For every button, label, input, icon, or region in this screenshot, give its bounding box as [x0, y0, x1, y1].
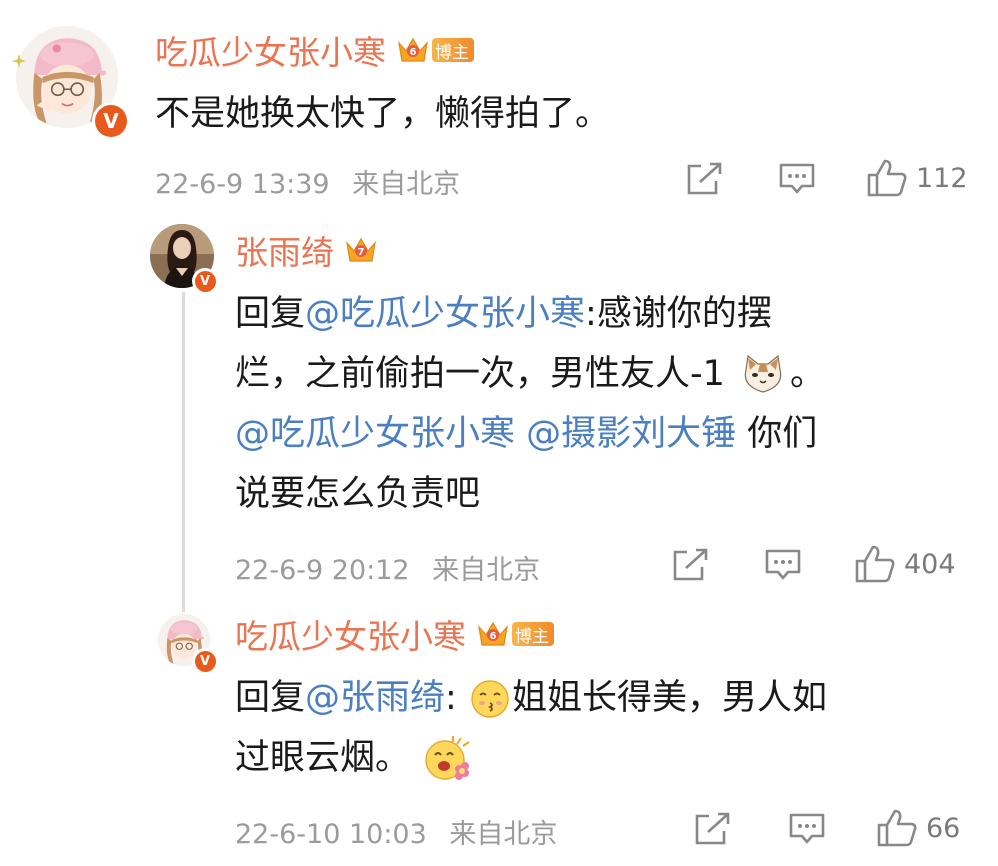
- comment-location: 来自北京: [432, 555, 541, 586]
- svg-text:7: 7: [358, 247, 365, 258]
- text-segment: 。: [790, 354, 826, 394]
- comment-time: 22-6-9 13:39: [155, 169, 330, 200]
- username[interactable]: 吃瓜少女张小寒: [235, 610, 466, 658]
- verified-badge-icon: V: [192, 648, 218, 674]
- flower-face-emoji-icon: [425, 736, 470, 780]
- username[interactable]: 吃瓜少女张小寒: [155, 26, 386, 74]
- svg-text:6: 6: [490, 631, 497, 642]
- comment-meta: 22-6-9 20:12 来自北京: [235, 548, 540, 587]
- like-button[interactable]: 404: [854, 544, 956, 584]
- like-button[interactable]: 112: [866, 158, 968, 198]
- comment-icon[interactable]: [788, 812, 826, 846]
- comment-text: 回复@张雨绮: 姐姐长得美，男人如 过眼云烟。: [235, 668, 975, 788]
- avatar[interactable]: V: [12, 24, 130, 140]
- crown-level-6-icon: 6: [398, 37, 428, 62]
- comment-time: 22-6-9 20:12: [235, 555, 410, 586]
- share-icon[interactable]: [686, 162, 724, 196]
- kiss-emoji-icon: [471, 680, 509, 718]
- thumbs-up-icon: [877, 809, 917, 847]
- comment-location: 来自北京: [449, 819, 558, 850]
- share-icon[interactable]: [694, 812, 732, 846]
- comment-meta: 22-6-10 10:03 来自北京: [235, 812, 557, 851]
- share-icon[interactable]: [672, 548, 710, 582]
- avatar[interactable]: V: [156, 610, 220, 674]
- comment-time: 22-6-10 10:03: [235, 819, 427, 850]
- like-count: 112: [916, 162, 968, 194]
- thumbs-up-icon: [867, 159, 907, 197]
- mention-link[interactable]: @吃瓜少女张小寒: [235, 414, 515, 454]
- like-count: 66: [926, 812, 961, 844]
- like-count: 404: [904, 548, 956, 580]
- text-segment: 姐姐长得美，男人如: [511, 678, 827, 718]
- like-button[interactable]: 66: [876, 808, 960, 848]
- text-segment: 过眼云烟。: [235, 738, 411, 778]
- reply-prefix: 回复: [235, 678, 306, 718]
- comment-text: 回复@吃瓜少女张小寒:感谢你的摆 烂，之前偷拍一次，男性友人-1 。 @吃瓜少女…: [235, 284, 975, 524]
- reply-prefix: 回复: [235, 294, 306, 334]
- avatar[interactable]: V: [150, 224, 220, 294]
- comment-icon[interactable]: [764, 548, 802, 582]
- mention-link[interactable]: @摄影刘大锤: [526, 414, 736, 454]
- text-segment: :感谢你的摆: [585, 294, 772, 334]
- mention-link[interactable]: @张雨绮: [305, 678, 445, 718]
- svg-text:6: 6: [410, 47, 417, 58]
- verified-badge-icon: V: [192, 268, 218, 294]
- text-segment: 说要怎么负责吧: [235, 474, 481, 514]
- thumbs-up-icon: [855, 545, 895, 583]
- blogger-tag: 博主: [432, 38, 474, 63]
- cat-emoji-icon: [744, 354, 782, 393]
- comment-text: 不是她换太快了，懒得拍了。: [155, 94, 611, 134]
- comment-meta: 22-6-9 13:39 来自北京: [155, 162, 460, 201]
- text-segment: 你们: [736, 414, 818, 454]
- verified-badge-icon: V: [92, 102, 130, 140]
- crown-level-6-icon: 6: [478, 621, 508, 646]
- mention-link[interactable]: @吃瓜少女张小寒: [305, 294, 585, 334]
- username[interactable]: 张雨绮: [235, 226, 334, 274]
- thread-line: [182, 292, 185, 612]
- blogger-tag: 博主: [512, 622, 554, 647]
- crown-icon: 7: [346, 237, 376, 262]
- comment-icon[interactable]: [778, 162, 816, 196]
- comment-location: 来自北京: [352, 169, 461, 200]
- sparkle-icon: [12, 54, 26, 68]
- text-segment: :: [445, 678, 457, 718]
- text-segment: 烂，之前偷拍一次，男性友人-1: [235, 354, 725, 394]
